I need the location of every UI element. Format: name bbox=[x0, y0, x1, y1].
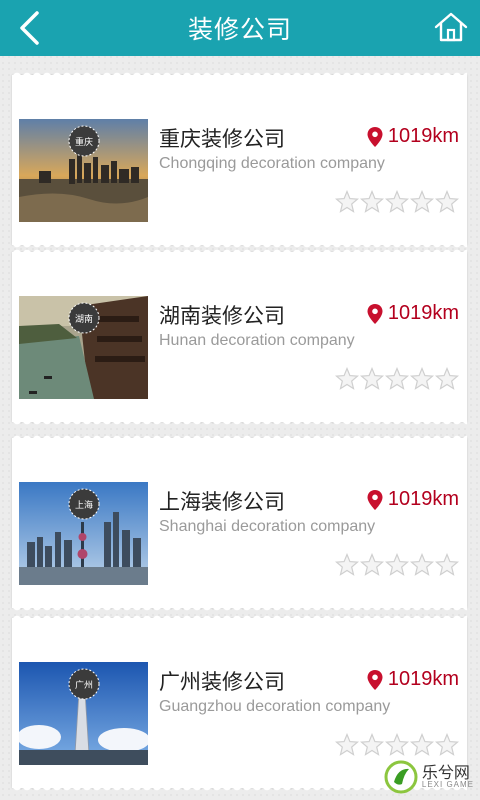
distance-label: 1019km bbox=[366, 125, 459, 148]
company-card-shanghai[interactable]: 上海 上海装修公司 Shanghai decoration company 10… bbox=[12, 432, 467, 614]
chevron-left-icon bbox=[20, 11, 39, 45]
star-empty-icon bbox=[335, 733, 359, 757]
star-empty-icon bbox=[410, 367, 434, 391]
location-pin-icon bbox=[366, 489, 384, 511]
distance-label: 1019km bbox=[366, 668, 459, 691]
star-empty-icon bbox=[385, 733, 409, 757]
star-empty-icon bbox=[385, 367, 409, 391]
rating-stars bbox=[335, 367, 459, 391]
distance-value: 1019km bbox=[387, 302, 459, 324]
star-empty-icon bbox=[410, 190, 434, 214]
star-empty-icon bbox=[360, 367, 384, 391]
location-pin-icon bbox=[366, 126, 384, 148]
company-name: 上海装修公司 bbox=[159, 490, 285, 514]
distance-label: 1019km bbox=[366, 302, 459, 325]
back-button[interactable] bbox=[10, 6, 50, 50]
distance-value: 1019km bbox=[387, 125, 459, 147]
company-name: 湖南装修公司 bbox=[159, 304, 285, 328]
distance-label: 1019km bbox=[366, 488, 459, 511]
location-pin-icon bbox=[366, 669, 384, 691]
rating-stars bbox=[335, 190, 459, 214]
location-pin-icon bbox=[366, 303, 384, 325]
star-empty-icon bbox=[385, 553, 409, 577]
star-empty-icon bbox=[410, 553, 434, 577]
watermark-en: LEXI GAME bbox=[421, 780, 474, 789]
star-empty-icon bbox=[335, 190, 359, 214]
site-watermark: 乐兮网 LEXI GAME bbox=[384, 760, 474, 794]
rating-stars bbox=[335, 553, 459, 577]
thumbnail-badge-text: 重庆 bbox=[75, 136, 93, 148]
company-name: 重庆装修公司 bbox=[159, 127, 285, 151]
company-thumbnail: 上海 bbox=[19, 482, 148, 585]
star-empty-icon bbox=[360, 553, 384, 577]
star-empty-icon bbox=[360, 190, 384, 214]
watermark-cn: 乐兮网 bbox=[421, 763, 470, 782]
company-card-hunan[interactable]: 湖南 湖南装修公司 Hunan decoration company 1019k… bbox=[12, 246, 467, 428]
company-subtitle: Shanghai decoration company bbox=[159, 518, 376, 535]
thumbnail-badge-text: 广州 bbox=[75, 679, 93, 691]
home-button[interactable] bbox=[432, 8, 470, 46]
star-empty-icon bbox=[335, 367, 359, 391]
thumbnail-badge-text: 上海 bbox=[75, 499, 93, 511]
distance-value: 1019km bbox=[387, 488, 459, 510]
app-header: 装修公司 bbox=[0, 0, 480, 56]
star-empty-icon bbox=[435, 553, 459, 577]
company-thumbnail: 重庆 bbox=[19, 119, 148, 222]
company-card-chongqing[interactable]: 重庆 重庆装修公司 Chongqing decoration company 1… bbox=[12, 69, 467, 251]
distance-value: 1019km bbox=[387, 668, 459, 690]
lexi-logo-icon bbox=[384, 760, 418, 794]
star-empty-icon bbox=[335, 553, 359, 577]
company-subtitle: Chongqing decoration company bbox=[159, 155, 385, 172]
company-subtitle: Hunan decoration company bbox=[159, 332, 355, 349]
page-title: 装修公司 bbox=[187, 15, 292, 44]
star-empty-icon bbox=[435, 190, 459, 214]
company-thumbnail: 广州 bbox=[19, 662, 148, 765]
thumbnail-badge-text: 湖南 bbox=[75, 313, 93, 325]
rating-stars bbox=[335, 733, 459, 757]
star-empty-icon bbox=[360, 733, 384, 757]
star-empty-icon bbox=[435, 733, 459, 757]
star-empty-icon bbox=[410, 733, 434, 757]
company-name: 广州装修公司 bbox=[159, 670, 285, 694]
company-thumbnail: 湖南 bbox=[19, 296, 148, 399]
home-icon bbox=[434, 12, 468, 42]
company-subtitle: Guangzhou decoration company bbox=[159, 698, 391, 715]
star-empty-icon bbox=[435, 367, 459, 391]
star-empty-icon bbox=[385, 190, 409, 214]
